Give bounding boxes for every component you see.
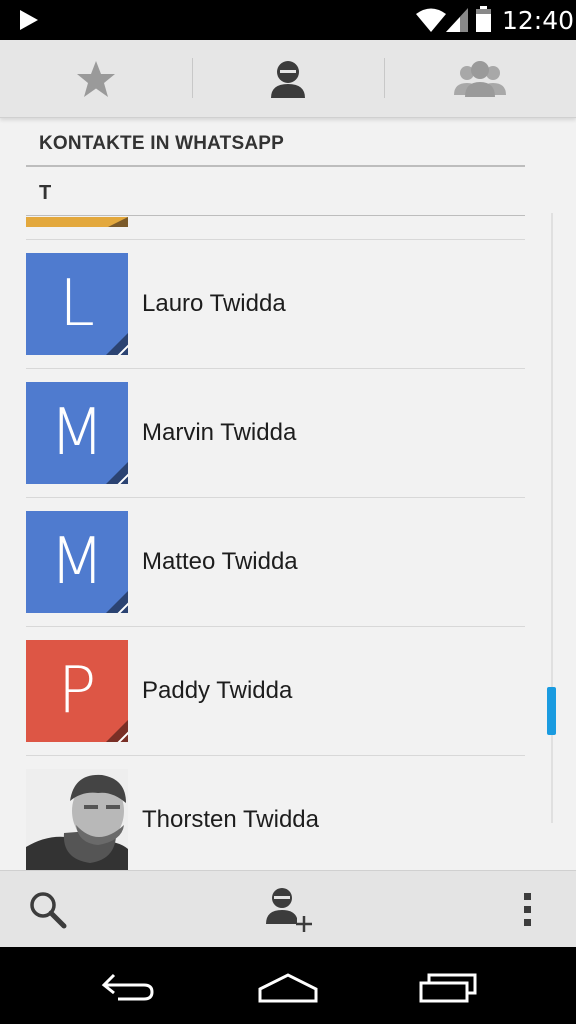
recents-button[interactable] <box>416 967 480 1007</box>
partial-avatar[interactable] <box>26 217 128 227</box>
action-bar <box>0 870 576 947</box>
avatar[interactable]: L <box>26 253 128 355</box>
avatar-corner <box>108 217 128 227</box>
contact-name: Marvin Twidda <box>142 419 297 446</box>
status-time: 12:40 <box>502 6 575 35</box>
play-icon <box>20 10 38 30</box>
navigation-bar <box>0 947 576 1024</box>
back-icon <box>101 973 154 1001</box>
home-button[interactable] <box>256 967 320 1007</box>
contact-name: Lauro Twidda <box>142 290 286 317</box>
home-icon <box>258 973 318 1003</box>
tab-groups[interactable] <box>384 40 576 118</box>
contact-name: Paddy Twidda <box>142 677 293 704</box>
letter-header: T <box>26 168 525 216</box>
avatar-corner <box>106 462 128 484</box>
tab-favorites[interactable] <box>0 40 192 118</box>
tab-contacts[interactable] <box>192 40 384 118</box>
wifi-icon <box>416 8 446 32</box>
contact-row[interactable]: M Marvin Twidda <box>26 369 525 498</box>
star-icon <box>77 61 115 97</box>
avatar-corner <box>106 591 128 613</box>
overflow-menu-button[interactable] <box>508 871 548 948</box>
profile-photo <box>26 769 128 871</box>
contact-row[interactable]: Thorsten Twidda <box>26 756 525 885</box>
back-button[interactable] <box>96 967 160 1007</box>
add-contact-icon <box>266 887 312 932</box>
contact-row[interactable]: P Paddy Twidda <box>26 627 525 756</box>
avatar[interactable]: M <box>26 382 128 484</box>
contacts-screen: 12:40 KONTAKTE IN WHATSAPP T L Lauro Twi… <box>0 0 576 1024</box>
contact-row[interactable]: M Matteo Twidda <box>26 498 525 627</box>
avatar[interactable]: P <box>26 640 128 742</box>
scrollbar-thumb[interactable] <box>547 687 556 735</box>
group-icon <box>454 61 506 97</box>
add-contact-button[interactable] <box>258 871 318 948</box>
avatar-corner <box>106 720 128 742</box>
letter-label: T <box>39 182 52 204</box>
person-icon <box>271 61 305 98</box>
avatar-photo[interactable] <box>26 769 128 871</box>
contact-name: Matteo Twidda <box>142 548 298 575</box>
search-icon <box>30 891 67 928</box>
avatar-corner <box>106 333 128 355</box>
status-bar: 12:40 <box>0 0 576 40</box>
section-header: KONTAKTE IN WHATSAPP <box>26 120 525 167</box>
overflow-menu-icon <box>524 892 531 926</box>
avatar[interactable]: M <box>26 511 128 613</box>
signal-icon <box>446 8 468 32</box>
search-button[interactable] <box>20 871 76 948</box>
battery-icon <box>476 6 491 32</box>
recents-icon <box>419 973 477 1003</box>
tab-bar <box>0 40 576 118</box>
section-title: KONTAKTE IN WHATSAPP <box>39 133 285 154</box>
contact-name: Thorsten Twidda <box>142 806 319 833</box>
contact-row[interactable]: L Lauro Twidda <box>26 240 525 369</box>
